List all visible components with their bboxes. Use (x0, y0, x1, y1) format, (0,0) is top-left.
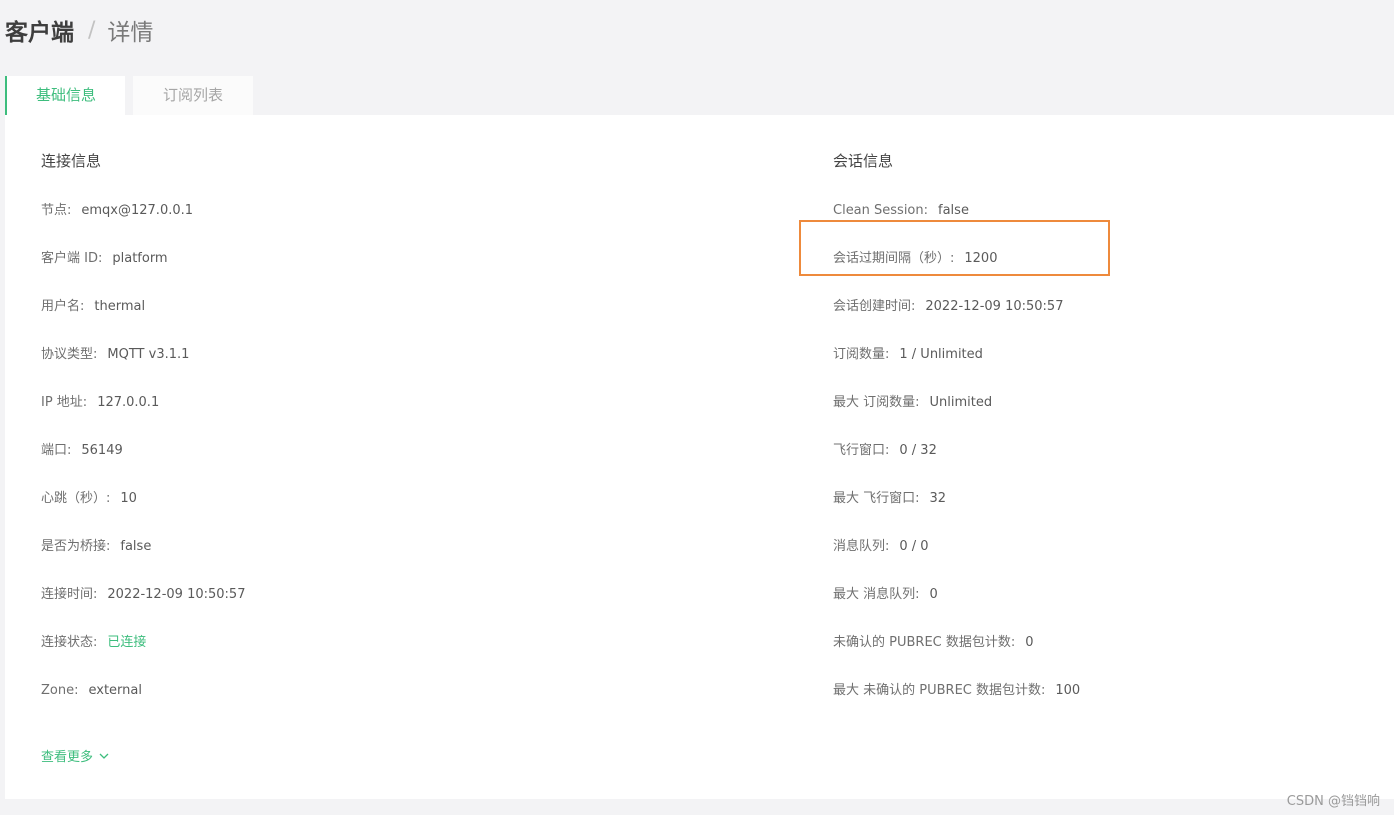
field-label: Clean Session: (833, 203, 929, 218)
field-label: 端口: (41, 443, 72, 458)
field-value: 2022-12-09 10:50:57 (925, 299, 1064, 314)
field-value: 0 / 32 (899, 443, 937, 458)
field-session-created-at: 会话创建时间: 2022-12-09 10:50:57 (833, 297, 1063, 317)
field-subscriptions-count: 订阅数量: 1 / Unlimited (833, 345, 983, 365)
field-connection-status: 连接状态: 已连接 (41, 633, 146, 653)
tab-subscriptions[interactable]: 订阅列表 (133, 76, 253, 115)
field-max-message-queue: 最大 消息队列: 0 (833, 585, 938, 605)
field-label: 未确认的 PUBREC 数据包计数: (833, 635, 1016, 650)
highlight-annotation-box (799, 220, 1110, 276)
field-value: 56149 (81, 443, 123, 458)
field-protocol: 协议类型: MQTT v3.1.1 (41, 345, 189, 365)
field-zone: Zone: external (41, 681, 142, 701)
field-max-awaiting-rel: 最大 未确认的 PUBREC 数据包计数: 100 (833, 681, 1080, 701)
field-node: 节点: emqx@127.0.0.1 (41, 201, 193, 221)
field-label: IP 地址: (41, 395, 88, 410)
field-awaiting-rel: 未确认的 PUBREC 数据包计数: 0 (833, 633, 1034, 653)
field-label: 心跳（秒）: (41, 491, 111, 506)
field-label: 最大 飞行窗口: (833, 491, 920, 506)
field-value: 0 (929, 587, 938, 602)
chevron-down-icon (99, 753, 109, 759)
tab-bar: 基础信息 订阅列表 (5, 76, 253, 115)
breadcrumb: 客户端 / 详情 (5, 13, 154, 47)
field-value: 0 (1025, 635, 1034, 650)
field-value: thermal (94, 299, 146, 314)
field-label: 连接时间: (41, 587, 98, 602)
field-label: 会话创建时间: (833, 299, 916, 314)
field-value: 100 (1055, 683, 1081, 698)
field-label: 客户端 ID: (41, 251, 103, 266)
field-keepalive: 心跳（秒）: 10 (41, 489, 137, 509)
field-label: 是否为桥接: (41, 539, 111, 554)
field-label: 连接状态: (41, 635, 98, 650)
field-ip-address: IP 地址: 127.0.0.1 (41, 393, 159, 413)
field-message-queue: 消息队列: 0 / 0 (833, 537, 929, 557)
connection-info-title: 连接信息 (41, 152, 102, 170)
status-badge: 已连接 (107, 635, 147, 650)
field-port: 端口: 56149 (41, 441, 123, 461)
field-value: false (938, 203, 969, 218)
field-label: 用户名: (41, 299, 85, 314)
field-is-bridge: 是否为桥接: false (41, 537, 151, 557)
field-value: 32 (929, 491, 947, 506)
field-value: 0 / 0 (899, 539, 929, 554)
view-more-link[interactable]: 查看更多 (41, 746, 109, 765)
field-value: 127.0.0.1 (97, 395, 160, 410)
field-value: emqx@127.0.0.1 (81, 203, 194, 218)
breadcrumb-separator: / (88, 17, 96, 43)
field-value: false (120, 539, 152, 554)
field-clean-session: Clean Session: false (833, 201, 969, 221)
field-label: 最大 未确认的 PUBREC 数据包计数: (833, 683, 1046, 698)
field-value: 1 / Unlimited (899, 347, 983, 362)
view-more-label: 查看更多 (41, 750, 94, 765)
field-client-id: 客户端 ID: platform (41, 249, 168, 269)
field-label: 飞行窗口: (833, 443, 890, 458)
field-value: MQTT v3.1.1 (107, 347, 190, 362)
field-label: 最大 消息队列: (833, 587, 920, 602)
field-value: 2022-12-09 10:50:57 (107, 587, 246, 602)
watermark: CSDN @铛铛响 (1286, 794, 1380, 809)
field-username: 用户名: thermal (41, 297, 145, 317)
client-detail-page: 客户端 / 详情 基础信息 订阅列表 连接信息 会话信息 节点: emqx@127… (0, 0, 1394, 815)
field-connected-at: 连接时间: 2022-12-09 10:50:57 (41, 585, 245, 605)
field-label: 订阅数量: (833, 347, 890, 362)
field-max-inflight: 最大 飞行窗口: 32 (833, 489, 946, 509)
field-label: 协议类型: (41, 347, 98, 362)
field-label: 最大 订阅数量: (833, 395, 920, 410)
field-max-subscriptions: 最大 订阅数量: Unlimited (833, 393, 992, 413)
session-info-title: 会话信息 (833, 152, 894, 170)
field-label: Zone: (41, 683, 79, 698)
field-inflight: 飞行窗口: 0 / 32 (833, 441, 937, 461)
breadcrumb-root[interactable]: 客户端 (5, 13, 74, 47)
field-label: 节点: (41, 203, 72, 218)
detail-card: 连接信息 会话信息 节点: emqx@127.0.0.1 客户端 ID: platf… (5, 115, 1394, 799)
field-value: external (88, 683, 142, 698)
tab-basic-info[interactable]: 基础信息 (5, 76, 125, 115)
field-label: 消息队列: (833, 539, 890, 554)
field-value: platform (112, 251, 168, 266)
field-value: 10 (120, 491, 137, 506)
field-value: Unlimited (929, 395, 993, 410)
breadcrumb-current: 详情 (107, 20, 154, 46)
